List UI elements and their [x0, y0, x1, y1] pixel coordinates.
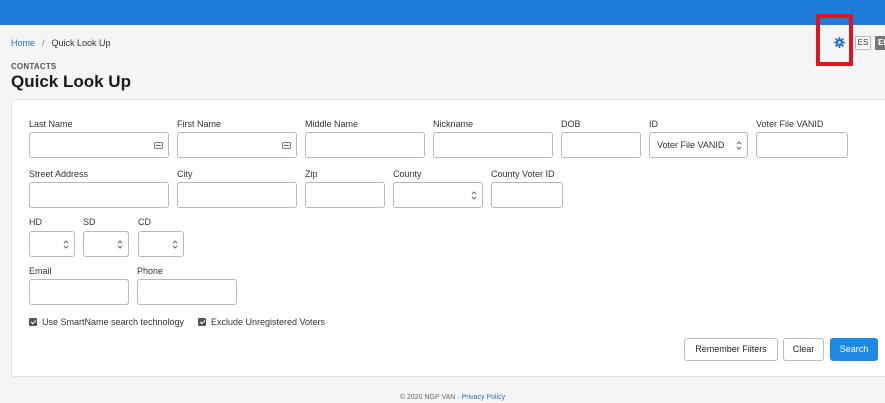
section-label: CONTACTS: [11, 62, 57, 71]
breadcrumb-separator: /: [42, 38, 45, 48]
chevron-updown-icon: [172, 240, 178, 249]
voter-file-vanid-input[interactable]: [756, 132, 848, 158]
dob-label: DOB: [561, 119, 581, 129]
email-label: Email: [29, 266, 52, 276]
page-title: Quick Look Up: [11, 72, 131, 91]
privacy-policy-link[interactable]: Privacy Policy: [462, 394, 506, 401]
exclude-unregistered-checkbox[interactable]: [198, 318, 206, 326]
last-name-input[interactable]: [29, 132, 169, 158]
nickname-input[interactable]: [433, 132, 553, 158]
last-name-label: Last Name: [29, 119, 73, 129]
breadcrumb-home-link[interactable]: Home: [11, 38, 35, 48]
search-button[interactable]: Search: [830, 338, 878, 361]
phone-input[interactable]: [137, 279, 237, 305]
sd-select[interactable]: [83, 231, 129, 257]
top-navbar: [0, 0, 885, 25]
footer: © 2020 NGP VAN · Privacy Policy: [0, 394, 885, 401]
language-es-button[interactable]: ES: [855, 36, 871, 50]
voter-file-vanid-label: Voter File VANID: [756, 119, 824, 129]
smartname-label: Use SmartName search technology: [42, 317, 185, 327]
id-type-select[interactable]: Voter File VANID: [649, 132, 748, 158]
nickname-label: Nickname: [433, 119, 474, 129]
county-voter-id-input[interactable]: [491, 182, 563, 208]
email-input[interactable]: [29, 279, 129, 305]
hd-label: HD: [29, 217, 42, 227]
exclude-unregistered-label: Exclude Unregistered Voters: [211, 317, 326, 327]
highlight-box: [816, 14, 853, 66]
smartname-checkbox[interactable]: [29, 318, 37, 326]
breadcrumb: Home / Quick Look Up: [11, 38, 111, 48]
clear-button[interactable]: Clear: [783, 338, 824, 361]
contact-card-icon: [282, 142, 291, 149]
chevron-updown-icon: [471, 191, 477, 200]
street-address-label: Street Address: [29, 169, 89, 179]
language-en-button[interactable]: EN: [875, 36, 885, 50]
street-address-input[interactable]: [29, 182, 169, 208]
dob-input[interactable]: [561, 132, 641, 158]
middle-name-label: Middle Name: [305, 119, 359, 129]
contact-card-icon: [154, 142, 163, 149]
id-label: ID: [649, 119, 658, 129]
id-type-selected: Voter File VANID: [657, 140, 725, 150]
cd-select[interactable]: [138, 231, 184, 257]
first-name-input[interactable]: [177, 132, 297, 158]
chevron-updown-icon: [63, 240, 69, 249]
phone-label: Phone: [137, 266, 164, 276]
middle-name-input[interactable]: [305, 132, 425, 158]
sd-label: SD: [83, 217, 96, 227]
search-form-card: Last Name First Name Middle Name Nicknam…: [11, 99, 885, 377]
city-label: City: [177, 169, 193, 179]
chevron-updown-icon: [736, 141, 742, 150]
breadcrumb-current: Quick Look Up: [51, 38, 111, 48]
remember-filters-button[interactable]: Remember Filters: [684, 338, 778, 361]
zip-label: Zip: [305, 169, 318, 179]
county-select[interactable]: [393, 182, 483, 208]
hd-select[interactable]: [29, 231, 75, 257]
county-label: County: [393, 169, 422, 179]
zip-input[interactable]: [305, 182, 385, 208]
first-name-label: First Name: [177, 119, 222, 129]
county-voter-id-label: County Voter ID: [491, 169, 555, 179]
city-input[interactable]: [177, 182, 297, 208]
chevron-updown-icon: [117, 240, 123, 249]
cd-label: CD: [138, 217, 151, 227]
footer-copyright: © 2020 NGP VAN ·: [399, 394, 462, 401]
